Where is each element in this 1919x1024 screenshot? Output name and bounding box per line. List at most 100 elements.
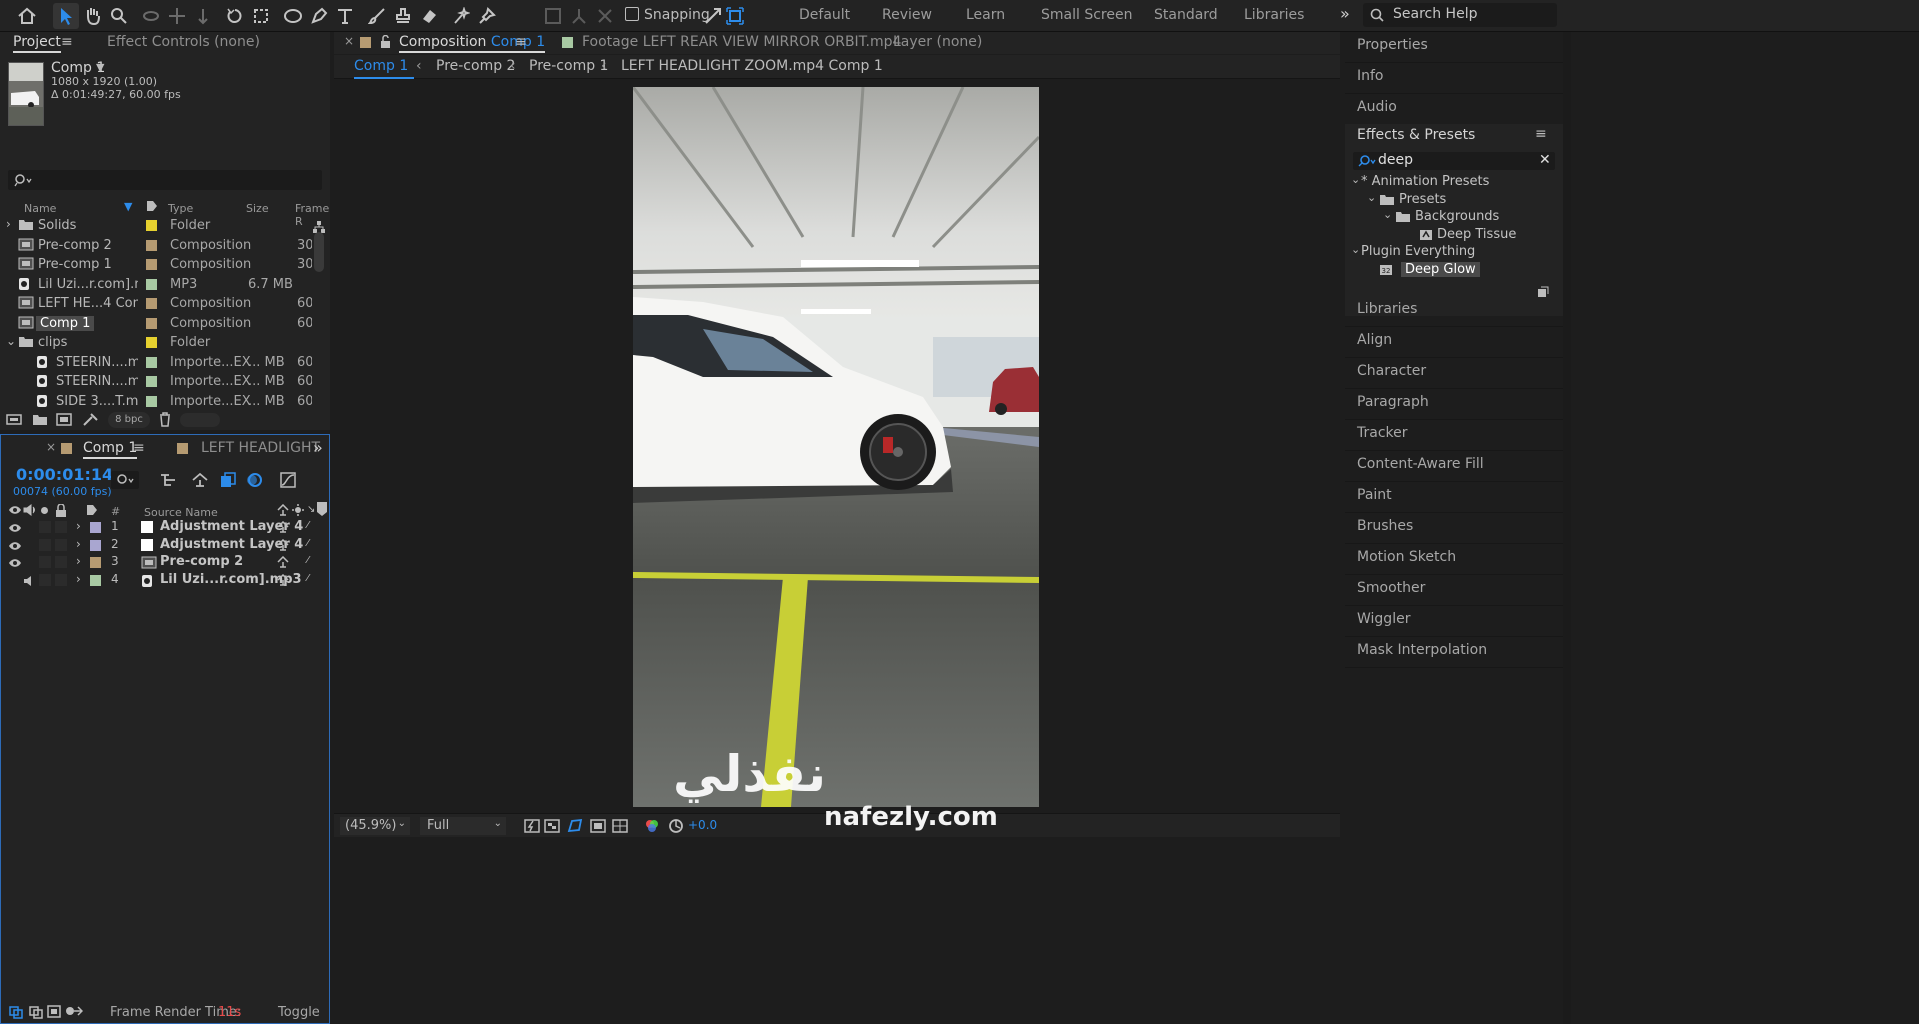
lock-switch[interactable] xyxy=(55,556,67,568)
panel-wiggler[interactable]: Wiggler xyxy=(1345,606,1563,637)
grid-guides-icon[interactable] xyxy=(612,818,628,834)
resolution-dropdown[interactable]: Full ⌄ xyxy=(420,817,506,835)
timeline-search-input[interactable] xyxy=(111,471,139,489)
breadcrumb-comp-1[interactable]: Comp 1 xyxy=(354,55,415,79)
column-size[interactable]: Size xyxy=(246,202,269,215)
panel-brushes[interactable]: Brushes xyxy=(1345,513,1563,544)
effects-search-input[interactable]: deep ✕ xyxy=(1353,152,1555,170)
panel-mask-interpolation[interactable]: Mask Interpolation xyxy=(1345,637,1563,668)
project-item-row[interactable]: Lil Uzi...r.com].mp3 MP3 6.7 MB xyxy=(0,275,312,294)
project-zoom-slider[interactable] xyxy=(180,413,220,427)
timeline-layer-row[interactable]: › 1 Adjustment Layer 4 ⁄ xyxy=(1,519,329,536)
label-color-swatch[interactable] xyxy=(146,259,157,270)
project-item-row[interactable]: Comp 1 Composition 60 xyxy=(0,314,312,333)
zoom-tool-icon[interactable] xyxy=(106,3,132,29)
workspace-standard[interactable]: Standard xyxy=(1154,7,1218,23)
snap-features-icon[interactable] xyxy=(722,3,748,29)
snapping-checkbox[interactable] xyxy=(625,7,639,21)
timeline-tab-comp-1[interactable]: Comp 1 xyxy=(83,440,138,459)
transfer-controls-toggle-icon[interactable] xyxy=(29,1006,43,1019)
layer-label-swatch[interactable] xyxy=(90,539,101,551)
panel-align[interactable]: Align xyxy=(1345,327,1563,358)
effects-tree-item[interactable]: ⌄ * Animation Presets xyxy=(1345,173,1563,191)
panel-info[interactable]: Info xyxy=(1345,63,1563,94)
video-visibility-icon[interactable] xyxy=(8,558,22,568)
workspace-learn[interactable]: Learn xyxy=(966,7,1005,23)
comp-flowchart-icon[interactable] xyxy=(159,472,177,488)
composition-frame[interactable]: نفذلي xyxy=(633,87,1039,807)
solo-switch[interactable] xyxy=(39,556,51,568)
source-name-header[interactable]: Source Name xyxy=(144,506,218,519)
effects-presets-menu-icon[interactable]: ≡ xyxy=(1535,126,1547,142)
shy-layers-icon[interactable] xyxy=(191,472,209,488)
effects-presets-title[interactable]: Effects & Presets xyxy=(1357,127,1475,143)
axis-icon[interactable] xyxy=(566,3,592,29)
hand-tool-icon[interactable] xyxy=(80,3,106,29)
panel-paint[interactable]: Paint xyxy=(1345,482,1563,513)
label-color-swatch[interactable] xyxy=(146,317,157,329)
lock-switch[interactable] xyxy=(55,521,67,533)
project-scrollbar[interactable] xyxy=(314,232,324,272)
solo-switch[interactable] xyxy=(39,521,51,533)
transparency-grid-icon[interactable] xyxy=(544,818,560,834)
panel-audio[interactable]: Audio xyxy=(1345,94,1563,125)
layer-label-swatch[interactable] xyxy=(90,557,101,568)
lock-switch[interactable] xyxy=(55,538,67,551)
video-visibility-icon[interactable] xyxy=(8,541,22,551)
effects-tree-item[interactable]: 32 Deep Glow xyxy=(1345,261,1563,279)
magnification-dropdown[interactable]: (45.9%) ⌄ xyxy=(340,817,410,835)
label-color-swatch[interactable] xyxy=(146,278,157,290)
expand-arrow-icon[interactable]: ⌄ xyxy=(6,334,16,348)
panel-smoother[interactable]: Smoother xyxy=(1345,575,1563,606)
comp-info-dropdown-icon[interactable]: ▼ xyxy=(96,61,104,74)
workspace-review[interactable]: Review xyxy=(882,7,932,23)
effects-tree-item[interactable]: ⌄ Plugin Everything xyxy=(1345,243,1563,261)
frame-blending-icon[interactable] xyxy=(219,471,237,489)
breadcrumb-left-headlight-comp[interactable]: LEFT HEADLIGHT ZOOM.mp4 Comp 1 xyxy=(621,58,883,74)
solo-switch[interactable] xyxy=(39,573,51,586)
quality-switch-icon[interactable]: ⁄ xyxy=(307,538,309,549)
tree-expand-icon[interactable]: ⌄ xyxy=(1367,191,1376,204)
project-item-row[interactable]: STEERIN....mp4 Importe...EX... MB 60 xyxy=(0,372,312,391)
shy-switch-icon[interactable] xyxy=(277,573,289,586)
clone-stamp-tool-icon[interactable] xyxy=(390,3,416,29)
audio-visibility-icon[interactable] xyxy=(23,575,37,587)
layer-label-swatch[interactable] xyxy=(90,522,101,533)
orbit-tool-icon[interactable] xyxy=(138,3,164,29)
label-color-swatch[interactable] xyxy=(146,220,157,231)
project-item-row[interactable]: STEERIN....mp4 Importe...EX... MB 60 xyxy=(0,353,312,372)
clear-search-icon[interactable]: ✕ xyxy=(1539,152,1551,168)
expand-layer-icon[interactable]: › xyxy=(76,554,81,568)
project-item-row[interactable]: › Solids Folder xyxy=(0,216,312,235)
type-tool-icon[interactable] xyxy=(332,3,358,29)
in-out-toggle-icon[interactable] xyxy=(47,1005,61,1018)
effects-tree-item[interactable]: Deep Tissue xyxy=(1345,227,1563,244)
mask-visibility-icon[interactable] xyxy=(567,818,583,834)
timeline-tab-left-headlight[interactable]: LEFT HEADLIGHT xyxy=(201,440,320,456)
panel-libraries[interactable]: Libraries xyxy=(1345,296,1563,327)
effects-tree-item[interactable]: ⌄ Presets xyxy=(1345,191,1563,209)
shy-switch-icon[interactable] xyxy=(277,521,289,533)
label-color-swatch[interactable] xyxy=(146,376,157,387)
solo-switch[interactable] xyxy=(39,538,51,551)
video-visibility-icon[interactable] xyxy=(8,523,22,533)
effects-tree-item[interactable]: ⌄ Backgrounds xyxy=(1345,208,1563,226)
region-of-interest-icon[interactable] xyxy=(590,818,606,834)
project-panel-menu-icon[interactable]: ≡ xyxy=(61,34,73,50)
label-color-swatch[interactable] xyxy=(146,239,157,251)
project-item-row[interactable]: SIDE 3....T.mp4 Importe...EX... MB 60 xyxy=(0,392,312,411)
label-color-swatch[interactable] xyxy=(146,395,157,407)
new-folder-icon[interactable] xyxy=(32,413,48,426)
shy-switch-icon[interactable] xyxy=(277,556,289,568)
tab-layer[interactable]: Layer (none) xyxy=(893,34,982,50)
tab-project[interactable]: Project xyxy=(13,34,61,53)
graph-editor-icon[interactable] xyxy=(279,471,297,489)
home-icon[interactable] xyxy=(14,3,40,29)
project-item-row[interactable]: LEFT HE...4 Comp 1 Composition 60 xyxy=(0,294,312,313)
trash-icon[interactable] xyxy=(158,412,172,427)
bit-depth-button[interactable]: 8 bpc xyxy=(108,412,150,428)
quality-switch-icon[interactable]: ⁄ xyxy=(307,573,309,584)
panel-tracker[interactable]: Tracker xyxy=(1345,420,1563,451)
panel-character[interactable]: Character xyxy=(1345,358,1563,389)
viewer-tab-close-icon[interactable]: × xyxy=(344,34,354,48)
